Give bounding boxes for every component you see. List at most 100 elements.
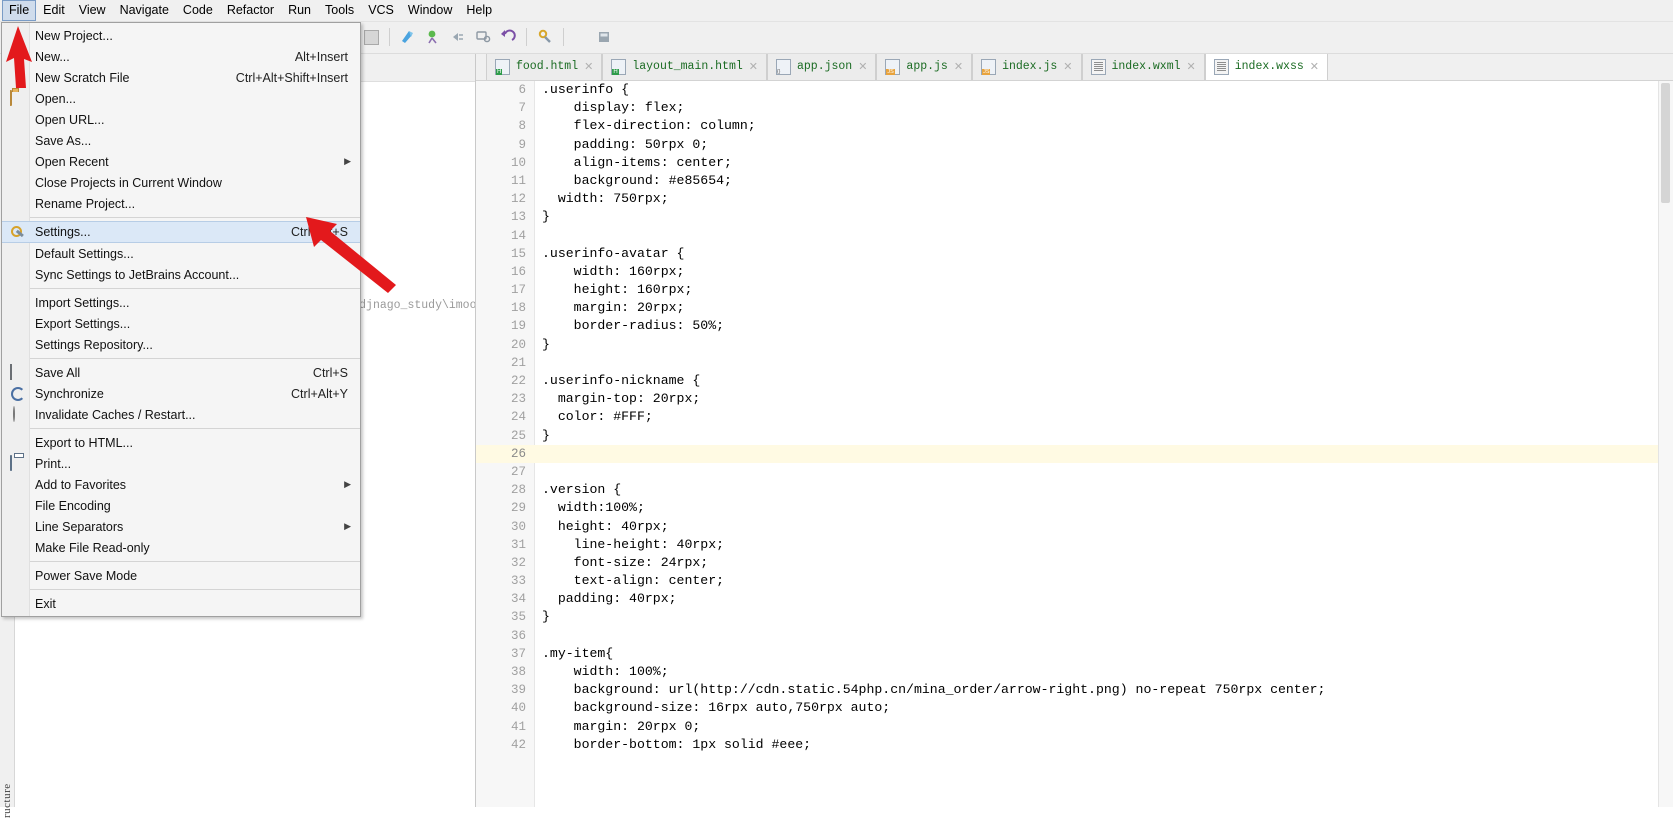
menu-item-save-as[interactable]: Save As... xyxy=(2,130,360,151)
code-line[interactable]: margin: 20rpx; xyxy=(534,299,1673,317)
code-line[interactable]: width: 750rpx; xyxy=(534,190,1673,208)
close-tab-icon[interactable]: ✕ xyxy=(1187,60,1196,73)
close-tab-icon[interactable]: ✕ xyxy=(1310,60,1319,73)
menu-bar[interactable]: File Edit View Navigate Code Refactor Run Tools… xyxy=(0,0,1673,22)
close-tab-icon[interactable]: ✕ xyxy=(954,60,963,73)
menu-item-export-settings[interactable]: Export Settings... xyxy=(2,313,360,334)
code-line[interactable]: display: flex; xyxy=(534,99,1673,117)
menu-item-line-separators[interactable]: Line Separators ▶ xyxy=(2,516,360,537)
run-icon[interactable] xyxy=(397,26,419,48)
menubar-item-tools[interactable]: Tools xyxy=(318,0,361,21)
code-line[interactable]: padding: 40rpx; xyxy=(534,590,1673,608)
menu-item-print[interactable]: Print... xyxy=(2,453,360,474)
editor-tab-index-wxss[interactable]: index.wxss ✕ xyxy=(1204,52,1328,80)
menu-item-open-recent[interactable]: Open Recent ▶ xyxy=(2,151,360,172)
menubar-item-navigate[interactable]: Navigate xyxy=(113,0,176,21)
menu-item-close-projects-in-current-window[interactable]: Close Projects in Current Window xyxy=(2,172,360,193)
menubar-item-vcs[interactable]: VCS xyxy=(361,0,401,21)
menu-item-sync-settings-to-jetbrains-account[interactable]: Sync Settings to JetBrains Account... xyxy=(2,264,360,285)
code-line[interactable]: margin-top: 20rpx; xyxy=(534,390,1673,408)
menu-item-default-settings[interactable]: Default Settings... xyxy=(2,243,360,264)
code-line[interactable]: line-height: 40rpx; xyxy=(534,536,1673,554)
menubar-item-help[interactable]: Help xyxy=(459,0,499,21)
menu-item-power-save-mode[interactable]: Power Save Mode xyxy=(2,565,360,586)
menu-item-open-url[interactable]: Open URL... xyxy=(2,109,360,130)
undo-icon[interactable] xyxy=(497,26,519,48)
code-line[interactable]: flex-direction: column; xyxy=(534,117,1673,135)
editor-tab-layout-main-html[interactable]: layout_main.html ✕ xyxy=(602,52,767,80)
code-line[interactable]: color: #FFF; xyxy=(534,408,1673,426)
code-line[interactable]: padding: 50rpx 0; xyxy=(534,136,1673,154)
menubar-item-refactor[interactable]: Refactor xyxy=(220,0,281,21)
code-line[interactable]: height: 40rpx; xyxy=(534,518,1673,536)
code-line[interactable]: .userinfo-avatar { xyxy=(534,245,1673,263)
menu-item-add-to-favorites[interactable]: Add to Favorites ▶ xyxy=(2,474,360,495)
code-line[interactable]: background-size: 16rpx auto,750rpx auto; xyxy=(534,699,1673,717)
editor-tab-app-js[interactable]: app.js ✕ xyxy=(876,52,973,80)
code-line[interactable] xyxy=(534,227,1673,245)
editor-tab-food-html[interactable]: food.html ✕ xyxy=(486,52,603,80)
close-tab-icon[interactable]: ✕ xyxy=(1063,60,1072,73)
code-line[interactable]: align-items: center; xyxy=(534,154,1673,172)
code-content[interactable]: .userinfo { display: flex; flex-directio… xyxy=(534,81,1673,807)
grid-icon[interactable] xyxy=(360,26,382,48)
code-line[interactable]: .version { xyxy=(534,481,1673,499)
code-line[interactable]: width: 100%; xyxy=(534,663,1673,681)
menu-item-settings[interactable]: Settings... Ctrl+Alt+S xyxy=(2,221,360,243)
code-line[interactable]: margin: 20rpx 0; xyxy=(534,718,1673,736)
code-line[interactable]: .userinfo-nickname { xyxy=(534,372,1673,390)
menu-item-exit[interactable]: Exit xyxy=(2,593,360,614)
code-line[interactable]: } xyxy=(534,208,1673,226)
menu-item-open[interactable]: Open... xyxy=(2,88,360,109)
menu-item-new-scratch-file[interactable]: New Scratch File Ctrl+Alt+Shift+Insert xyxy=(2,67,360,88)
debug-icon[interactable] xyxy=(422,26,444,48)
editor-tab-bar[interactable]: food.html✕layout_main.html✕app.json✕app.… xyxy=(476,52,1673,81)
code-line[interactable]: .my-item{ xyxy=(534,645,1673,663)
menu-item-import-settings[interactable]: Import Settings... xyxy=(2,292,360,313)
scrollbar-thumb[interactable] xyxy=(1661,83,1670,203)
code-line[interactable] xyxy=(534,444,1673,463)
code-line[interactable] xyxy=(534,463,1673,481)
code-line[interactable]: height: 160rpx; xyxy=(534,281,1673,299)
menu-item-export-to-html[interactable]: Export to HTML... xyxy=(2,432,360,453)
code-line[interactable]: width: 160rpx; xyxy=(534,263,1673,281)
menu-item-synchronize[interactable]: Synchronize Ctrl+Alt+Y xyxy=(2,383,360,404)
code-line[interactable]: } xyxy=(534,427,1673,445)
structure-stripe-label[interactable]: ructure xyxy=(1,772,13,818)
code-line[interactable]: width:100%; xyxy=(534,499,1673,517)
menu-item-make-file-read-only[interactable]: Make File Read-only xyxy=(2,537,360,558)
menubar-item-edit[interactable]: Edit xyxy=(36,0,72,21)
menu-item-rename-project[interactable]: Rename Project... xyxy=(2,193,360,214)
menu-item-save-all[interactable]: Save All Ctrl+S xyxy=(2,362,360,383)
close-tab-icon[interactable]: ✕ xyxy=(749,60,758,73)
code-line[interactable]: .userinfo { xyxy=(534,81,1673,99)
code-line[interactable]: border-radius: 50%; xyxy=(534,317,1673,335)
code-editor[interactable]: 6 7 8 9 10 11 12 13 14 15 16 17 18 19 20 21 22 23 24 25 26 27… xyxy=(476,81,1673,807)
db-icon[interactable] xyxy=(593,26,615,48)
close-tab-icon[interactable]: ✕ xyxy=(858,60,867,73)
code-line[interactable]: text-align: center; xyxy=(534,572,1673,590)
code-line[interactable]: background: #e85654; xyxy=(534,172,1673,190)
settings-icon[interactable] xyxy=(534,26,556,48)
menubar-item-view[interactable]: View xyxy=(72,0,113,21)
editor-tab-index-wxml[interactable]: index.wxml ✕ xyxy=(1081,52,1205,80)
menubar-item-file[interactable]: File xyxy=(2,0,37,21)
code-line[interactable]: font-size: 24rpx; xyxy=(534,554,1673,572)
code-line[interactable] xyxy=(534,354,1673,372)
code-line[interactable]: background: url(http://cdn.static.54php.… xyxy=(534,681,1673,699)
code-line[interactable]: } xyxy=(534,336,1673,354)
menu-item-new[interactable]: New... Alt+Insert xyxy=(2,46,360,67)
menubar-item-code[interactable]: Code xyxy=(176,0,220,21)
coverage-icon[interactable] xyxy=(472,26,494,48)
editor-vertical-scrollbar[interactable] xyxy=(1658,81,1673,807)
file-menu-dropdown[interactable]: New Project... New... Alt+Insert New Scratc… xyxy=(1,22,361,617)
menu-item-file-encoding[interactable]: File Encoding xyxy=(2,495,360,516)
code-line[interactable]: border-bottom: 1px solid #eee; xyxy=(534,736,1673,754)
menubar-item-run[interactable]: Run xyxy=(281,0,318,21)
editor-tab-index-js[interactable]: index.js ✕ xyxy=(972,52,1082,80)
menu-item-new-project[interactable]: New Project... xyxy=(2,25,360,46)
close-tab-icon[interactable]: ✕ xyxy=(584,60,593,73)
code-line[interactable] xyxy=(534,627,1673,645)
menubar-item-window[interactable]: Window xyxy=(401,0,459,21)
attach-icon[interactable] xyxy=(447,26,469,48)
